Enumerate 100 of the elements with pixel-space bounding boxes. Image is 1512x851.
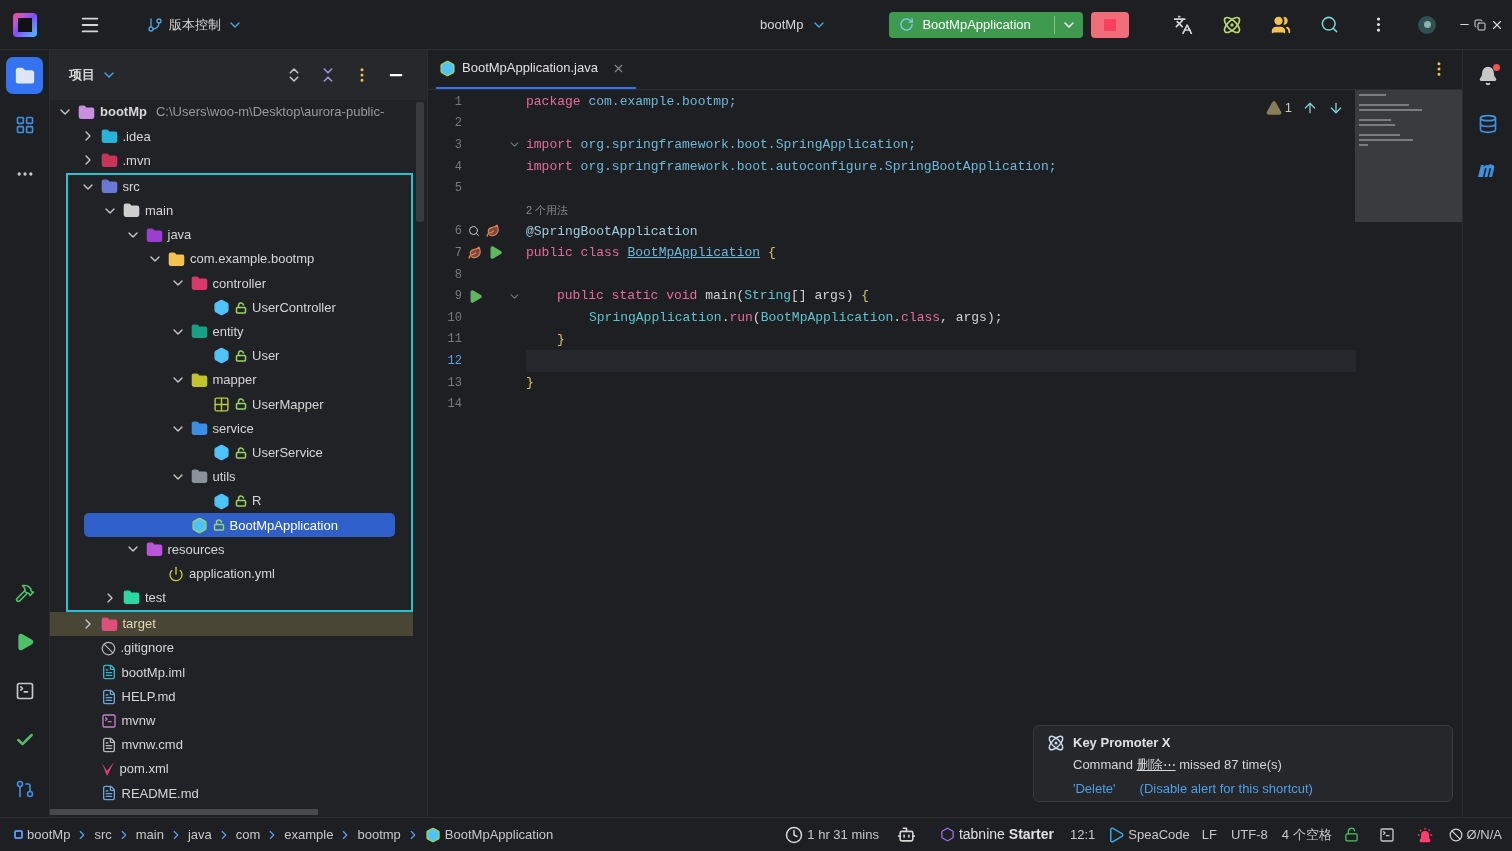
panel-title[interactable]: 项目 — [69, 65, 117, 85]
tree-item[interactable]: java — [67, 222, 411, 248]
caret-position[interactable]: 12:1 — [1069, 824, 1096, 845]
tree-item[interactable]: mvnw — [50, 708, 413, 733]
search-icon[interactable] — [468, 225, 480, 238]
tree-item[interactable]: UserService — [67, 440, 411, 465]
tree-item[interactable]: README.md — [50, 781, 413, 806]
app-logo[interactable] — [13, 12, 37, 37]
hammer-icon[interactable] — [14, 582, 35, 603]
scrollbar-thumb[interactable] — [416, 102, 424, 222]
branch-icon[interactable] — [14, 778, 35, 799]
breadcrumb[interactable]: bootmp — [357, 824, 401, 845]
structure-icon[interactable] — [14, 114, 35, 135]
translate-icon[interactable] — [1173, 14, 1194, 35]
tree-item[interactable]: utils — [67, 464, 411, 489]
line-number: 14 — [446, 396, 462, 414]
line-number: 12 — [446, 352, 462, 370]
notification-link[interactable]: (Disable alert for this shortcut) — [1139, 779, 1313, 799]
scrollbar-thumb[interactable] — [50, 809, 318, 815]
encoding[interactable]: UTF-8 — [1230, 824, 1268, 845]
folder-icon — [100, 151, 118, 169]
tree-item[interactable]: UserController — [67, 295, 411, 320]
tree-item[interactable]: com.example.bootmp — [67, 247, 411, 272]
tree-item[interactable]: src — [67, 174, 411, 199]
notification-link[interactable]: 'Delete' — [1073, 779, 1116, 799]
terminal-icon[interactable] — [1378, 826, 1395, 843]
line-ending[interactable]: LF — [1201, 824, 1217, 845]
breadcrumb[interactable]: main — [135, 824, 164, 845]
tree-item[interactable]: R — [67, 489, 411, 514]
line-number: 4 — [453, 158, 462, 176]
code-line: package com.example.bootmp; — [526, 93, 737, 112]
breadcrumb[interactable]: src — [94, 824, 112, 845]
breadcrumb[interactable]: java — [187, 824, 212, 845]
tree-item[interactable]: .mvn — [50, 148, 413, 173]
tree-item[interactable]: .idea — [50, 124, 413, 149]
lock-icon — [235, 398, 247, 411]
tree-item[interactable]: application.yml — [67, 561, 411, 586]
search-icon[interactable] — [1320, 15, 1340, 34]
database-icon[interactable] — [1477, 114, 1498, 134]
speacode-widget[interactable]: SpeaCode — [1107, 824, 1190, 845]
play-icon — [1107, 825, 1126, 844]
tree-item[interactable]: HELP.md — [50, 684, 413, 709]
breadcrumb[interactable]: example — [284, 824, 334, 845]
line-number: 10 — [446, 309, 462, 327]
tree-item[interactable]: pom.xml — [50, 757, 413, 782]
tree-item[interactable]: resources — [67, 537, 411, 562]
lock-icon[interactable] — [1343, 827, 1359, 842]
robot-icon[interactable] — [896, 825, 916, 844]
breadcrumb[interactable]: BootMpApplication — [424, 824, 554, 845]
bell-icon[interactable] — [1477, 66, 1498, 86]
line-number: 5 — [453, 180, 462, 198]
tree-item[interactable]: service — [67, 416, 411, 441]
run-configuration-button[interactable]: BootMpApplication — [889, 11, 1084, 38]
siren-icon[interactable] — [1416, 826, 1433, 843]
leaf-icon[interactable] — [486, 224, 500, 239]
line-number: 9 — [453, 288, 462, 306]
stop-button[interactable] — [1091, 11, 1130, 38]
project-widget[interactable]: bootMp — [760, 14, 828, 35]
minimap[interactable] — [1355, 90, 1462, 222]
code-line: } — [526, 373, 534, 392]
tree-item[interactable]: target — [50, 611, 413, 637]
restore-icon[interactable] — [1474, 18, 1487, 31]
terminal-icon — [100, 712, 117, 729]
code-line: public static void main(String[] args) { — [557, 287, 870, 306]
cube-icon — [213, 492, 230, 510]
tool-window-button[interactable] — [6, 57, 43, 94]
vcs-widget[interactable]: 版本控制 — [147, 14, 243, 35]
time-tracker[interactable]: 1 hr 31 mins — [785, 824, 879, 845]
tree-item[interactable]: User — [67, 343, 411, 369]
editor-tab[interactable]: BootMpApplication.java — [436, 49, 636, 89]
avatar[interactable] — [1418, 15, 1437, 34]
tree-item[interactable]: .gitignore — [50, 636, 413, 661]
tree-item[interactable]: mvnw.cmd — [50, 732, 413, 758]
indent-setting[interactable]: 4 个空格 — [1281, 824, 1332, 845]
run-icon[interactable] — [468, 288, 483, 304]
breadcrumb[interactable]: com — [235, 824, 261, 845]
code-line: import org.springframework.boot.SpringApplication; — [526, 136, 917, 155]
code-line: SpringApplication.run(BootMpApplication.class, args); — [589, 309, 1003, 327]
tree-item[interactable]: UserMapper — [67, 392, 411, 417]
terminal-icon[interactable] — [14, 680, 35, 701]
atom-icon[interactable] — [1222, 14, 1243, 35]
usage-hint[interactable]: 2 个用法 — [526, 201, 569, 218]
tree-item[interactable]: entity — [67, 319, 411, 344]
warning-counter[interactable]: 1 — [1265, 98, 1292, 118]
tabnine-widget[interactable]: tabnine Starter — [939, 824, 1054, 845]
leaf-icon[interactable] — [468, 245, 482, 260]
status-widget[interactable]: Ø/N/A — [1448, 824, 1502, 845]
folder-icon — [168, 250, 185, 268]
run-icon[interactable] — [488, 245, 503, 261]
tree-item[interactable]: controller — [67, 271, 411, 296]
tree-item[interactable]: test — [67, 585, 411, 610]
tree-item[interactable]: bootMp C:\Users\woo-m\Desktop\aurora-public- — [50, 100, 413, 125]
breadcrumb[interactable]: bootMp — [14, 824, 71, 845]
line-number: 1 — [453, 93, 462, 111]
folder-icon — [100, 615, 118, 633]
tree-item[interactable]: BootMpApplication — [83, 513, 395, 538]
tree-item[interactable]: mapper — [67, 368, 411, 393]
tree-item[interactable]: main — [67, 198, 411, 223]
people-icon[interactable] — [1271, 14, 1292, 35]
tree-item[interactable]: bootMp.iml — [50, 660, 413, 685]
